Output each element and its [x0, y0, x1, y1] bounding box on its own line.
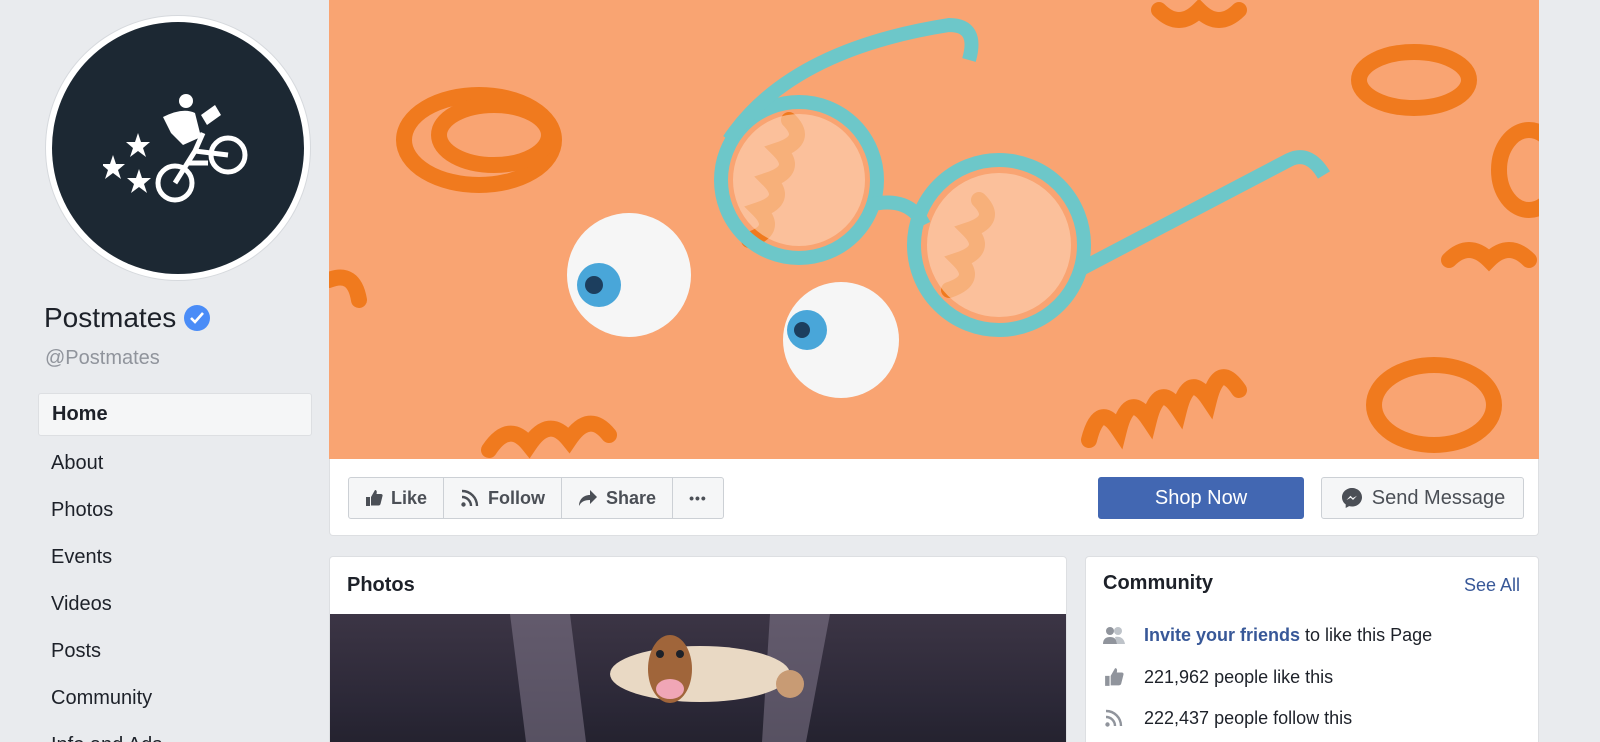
rss-follow-icon	[461, 489, 479, 507]
friends-icon	[1102, 623, 1126, 647]
invite-friends-link[interactable]: Invite your friends	[1144, 625, 1300, 645]
follow-button[interactable]: Follow	[444, 478, 563, 518]
like-label: Like	[391, 487, 428, 508]
nav-item-photos[interactable]: Photos	[38, 487, 312, 534]
thumbs-up-icon	[1102, 665, 1126, 689]
nav-item-info-and-ads[interactable]: Info and Ads	[38, 722, 312, 742]
rss-follow-icon	[1102, 706, 1126, 730]
community-card-title: Community	[1103, 572, 1213, 594]
page-handle[interactable]: @Postmates	[45, 347, 160, 370]
thumbs-up-icon	[366, 490, 383, 506]
follows-count-text: 222,437 people follow this	[1144, 707, 1353, 728]
more-options-button[interactable]: •••	[673, 478, 723, 518]
nav-item-home[interactable]: Home	[38, 393, 312, 436]
share-arrow-icon	[579, 490, 598, 506]
photos-card: Photos	[329, 556, 1067, 742]
action-button-group: Like Follow Share •••	[348, 477, 724, 519]
photos-card-title[interactable]: Photos	[347, 574, 415, 597]
photo-thumbnail[interactable]	[330, 614, 1066, 742]
invite-rest-text: to like this Page	[1300, 624, 1433, 645]
messenger-icon	[1341, 488, 1362, 508]
verified-badge-icon[interactable]	[184, 305, 211, 331]
invite-friends-row: Invite your friends to like this Page	[1102, 623, 1432, 647]
cover-photo[interactable]	[329, 0, 1539, 459]
nav-item-posts[interactable]: Posts	[38, 628, 312, 675]
likes-count-row: 221,962 people like this	[1102, 665, 1333, 689]
see-all-link[interactable]: See All	[1464, 575, 1520, 596]
nav-item-about[interactable]: About	[38, 440, 312, 487]
page-name-text[interactable]: Postmates	[44, 302, 176, 334]
follows-count-row: 222,437 people follow this	[1102, 706, 1352, 730]
shop-now-button[interactable]: Shop Now	[1098, 477, 1304, 519]
send-message-button[interactable]: Send Message	[1321, 477, 1524, 519]
nav-item-community[interactable]: Community	[38, 675, 312, 722]
share-label: Share	[606, 487, 657, 508]
send-message-label: Send Message	[1371, 486, 1506, 509]
community-card: Community See All Invite your friends to…	[1085, 556, 1539, 742]
more-options-icon: •••	[689, 490, 707, 506]
page-title[interactable]: Postmates	[44, 302, 211, 334]
profile-picture[interactable]	[46, 16, 310, 280]
invite-text: Invite your friends to like this Page	[1144, 625, 1432, 646]
postmates-logo	[52, 22, 304, 274]
follow-label: Follow	[488, 487, 546, 508]
likes-count-text: 221,962 people like this	[1144, 666, 1334, 687]
cover-illustration	[329, 0, 1539, 459]
nav-item-videos[interactable]: Videos	[38, 581, 312, 628]
courier-bike-icon	[103, 94, 248, 203]
like-button[interactable]: Like	[349, 478, 445, 518]
photo-illustration	[510, 614, 830, 742]
page-nav: Home About Photos Events Videos Posts Co…	[38, 393, 312, 742]
share-button[interactable]: Share	[562, 478, 674, 518]
page-actions-bar: Like Follow Share ••• Shop Now Send Mess…	[329, 459, 1539, 536]
nav-item-events[interactable]: Events	[38, 534, 312, 581]
